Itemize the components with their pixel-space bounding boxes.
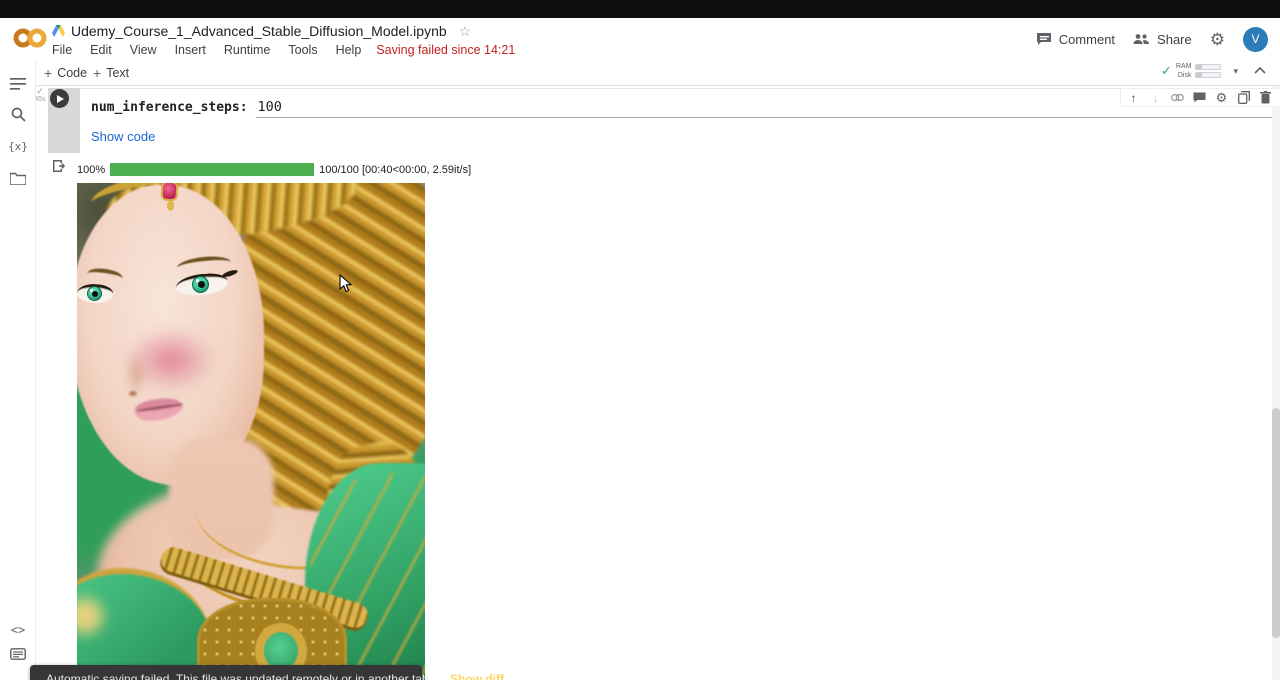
play-icon <box>57 95 64 103</box>
collapse-sections-icon[interactable] <box>1254 66 1266 74</box>
menu-tools[interactable]: Tools <box>279 43 326 57</box>
progress-bar <box>110 163 314 176</box>
disk-usage-bar <box>1195 72 1221 78</box>
terminal-icon[interactable] <box>0 642 36 666</box>
link-cell-icon[interactable] <box>1171 91 1184 104</box>
copy-cell-icon[interactable] <box>1237 91 1250 104</box>
show-code-link[interactable]: Show code <box>91 129 155 144</box>
notebook-title[interactable]: Udemy_Course_1_Advanced_Stable_Diffusion… <box>71 23 447 39</box>
notebook-toolbar: + Code + Text ✓ RAM Disk ▾ <box>0 60 1280 86</box>
save-status[interactable]: Saving failed since 14:21 <box>376 43 515 57</box>
cell-settings-gear-icon[interactable]: ⚙ <box>1215 91 1228 104</box>
add-text-button[interactable]: + Text <box>93 64 129 82</box>
star-icon[interactable]: ☆ <box>459 23 472 40</box>
notebook-title-row: Udemy_Course_1_Advanced_Stable_Diffusion… <box>52 22 471 40</box>
scrollbar-thumb[interactable] <box>1272 408 1280 638</box>
code-snippets-icon[interactable]: <> <box>0 618 36 642</box>
run-cell-button[interactable] <box>50 89 69 108</box>
table-of-contents-icon[interactable] <box>0 72 36 96</box>
save-failed-toast: Automatic saving failed. This file was u… <box>30 665 422 680</box>
move-cell-down-icon[interactable]: ↓ <box>1149 91 1162 104</box>
add-text-label: Text <box>106 66 129 80</box>
header-actions: Comment Share ⚙ V <box>1036 26 1268 52</box>
progress-percent: 100% <box>77 164 105 176</box>
progress-row: 100% 100/100 [00:40<00:00, 2.59it/s] <box>77 162 471 177</box>
menu-runtime[interactable]: Runtime <box>215 43 280 57</box>
connected-check-icon: ✓ <box>1161 63 1172 79</box>
add-comment-icon[interactable] <box>1193 91 1206 104</box>
search-icon[interactable] <box>0 102 36 126</box>
settings-gear-icon[interactable]: ⚙ <box>1210 31 1225 48</box>
left-sidebar: {x} <> <box>0 60 36 680</box>
add-code-label: Code <box>57 66 87 80</box>
drive-file-icon <box>52 25 65 37</box>
show-diff-link[interactable]: Show diff <box>450 672 504 680</box>
menu-bar: File Edit View Insert Runtime Tools Help… <box>52 42 515 58</box>
resource-bars <box>1195 64 1221 78</box>
ram-label: RAM <box>1176 62 1192 71</box>
colab-logo[interactable] <box>13 25 47 51</box>
plus-icon: + <box>44 65 52 81</box>
comment-icon <box>1036 32 1052 46</box>
generated-image <box>77 183 425 680</box>
menu-help[interactable]: Help <box>327 43 371 57</box>
add-code-button[interactable]: + Code <box>44 64 87 82</box>
menu-view[interactable]: View <box>121 43 166 57</box>
move-cell-up-icon[interactable]: ↑ <box>1127 91 1140 104</box>
share-people-icon <box>1133 33 1150 45</box>
files-folder-icon[interactable] <box>0 166 36 190</box>
comment-button[interactable]: Comment <box>1036 32 1115 47</box>
cell-toolbar: ↑ ↓ ⚙ ⋮ <box>1120 88 1280 107</box>
delete-cell-icon[interactable] <box>1259 91 1272 104</box>
variables-icon[interactable]: {x} <box>0 134 36 158</box>
account-avatar[interactable]: V <box>1243 27 1268 52</box>
menu-insert[interactable]: Insert <box>166 43 215 57</box>
share-button[interactable]: Share <box>1133 32 1192 47</box>
resource-monitor[interactable]: ✓ RAM Disk ▾ <box>1161 62 1238 80</box>
ram-usage-bar <box>1195 64 1221 70</box>
toast-message: Automatic saving failed. This file was u… <box>46 672 432 680</box>
comment-label: Comment <box>1059 32 1115 47</box>
colab-window: Udemy_Course_1_Advanced_Stable_Diffusion… <box>0 0 1280 680</box>
mouse-cursor <box>339 274 352 293</box>
header: Udemy_Course_1_Advanced_Stable_Diffusion… <box>0 18 1280 60</box>
output-marker-icon[interactable] <box>52 159 66 173</box>
share-label: Share <box>1157 32 1192 47</box>
progress-stats: 100/100 [00:40<00:00, 2.59it/s] <box>319 164 471 176</box>
menu-edit[interactable]: Edit <box>81 43 121 57</box>
plus-icon: + <box>93 65 101 81</box>
menu-file[interactable]: File <box>52 43 81 57</box>
disk-label: Disk <box>1176 71 1192 80</box>
resource-dropdown-caret[interactable]: ▾ <box>1233 66 1238 77</box>
form-parameter-row: num_inference_steps: <box>91 99 1280 119</box>
cell-top-border <box>48 88 1270 89</box>
browser-top-strip <box>0 0 1280 18</box>
parameter-label: num_inference_steps: <box>91 100 248 115</box>
